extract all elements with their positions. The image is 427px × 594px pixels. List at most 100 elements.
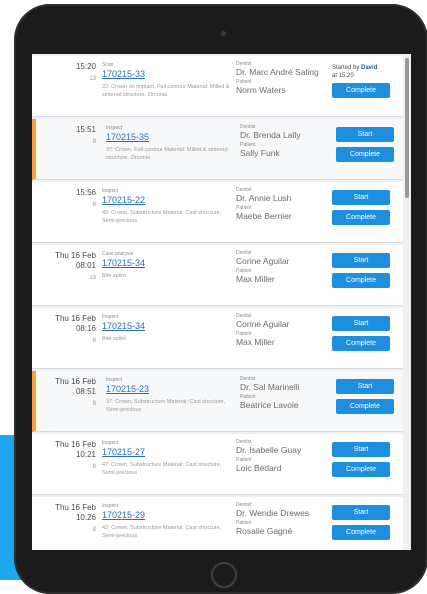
patient-name: Maebe Bernier (236, 211, 292, 221)
case-description: Bite splint (102, 273, 126, 279)
complete-button[interactable]: Complete (332, 83, 390, 98)
case-column: Scan 170215-33 22: Crown on implant, Ful… (102, 61, 232, 99)
case-id-link[interactable]: 170215-34 (102, 258, 232, 269)
list-item: 15:20 13 Scan 170215-33 22: Crown on imp… (32, 56, 403, 117)
start-button[interactable]: Start (332, 190, 390, 205)
case-description: 42: Crown, Substructure Material: Cast s… (102, 525, 222, 539)
tablet-screen: 15:20 13 Scan 170215-33 22: Crown on imp… (32, 54, 411, 550)
patient-name: Loic Bédard (236, 463, 282, 473)
dentist-name: Dr. Sal Marinelli (240, 382, 300, 392)
case-column: Inspect 170215-23 37: Crown, Substructur… (106, 376, 236, 414)
time-label: Thu 16 Feb (55, 440, 96, 449)
people-column: Dentist Corine Aguilar Patient Max Mille… (236, 313, 336, 349)
case-column: Case analysis 170215-34 Bite splint (102, 250, 232, 280)
patient-name: Rosalie Gagné (236, 526, 293, 536)
people-column: Dentist Dr. Brenda Lally Patient Sally F… (240, 124, 340, 160)
list-item: Thu 16 Feb 10:21 8 Inspect 170215-27 47:… (32, 434, 403, 495)
people-column: Dentist Dr. Marc André Saling Patient No… (236, 61, 336, 97)
list-item: 15:56 8 Inspect 170215-22 43: Crown, Sub… (32, 182, 403, 243)
time-sub: 8 (92, 202, 96, 208)
start-button[interactable]: Start (332, 253, 390, 268)
case-type: Inspect (102, 503, 119, 509)
time-column: Thu 16 Feb 08:01 13 (32, 251, 96, 283)
case-column: Inspect 170215-22 43: Crown, Substructur… (102, 187, 232, 225)
case-id-link[interactable]: 170215-23 (106, 384, 236, 395)
time-column: Thu 16 Feb 10:26 8 (32, 503, 96, 535)
time-sub: 13 (89, 76, 96, 82)
people-column: Dentist Dr. Sal Marinelli Patient Beatri… (240, 376, 340, 412)
time-label: Thu 16 Feb (55, 314, 96, 323)
time-sub: 8 (92, 139, 96, 145)
time-column: 15:51 8 (36, 125, 96, 147)
list-item: Thu 16 Feb 08:51 8 Inspect 170215-23 37:… (32, 371, 403, 432)
actions-column: Start Complete (336, 127, 398, 167)
patient-name: Sally Funk (240, 148, 280, 158)
schedule-list: 15:20 13 Scan 170215-33 22: Crown on imp… (32, 56, 403, 550)
case-type: Inspect (106, 377, 123, 383)
people-column: Dentist Dr. Isabelle Guay Patient Loic B… (236, 439, 336, 475)
case-id-link[interactable]: 170215-27 (102, 447, 232, 458)
people-column: Dentist Dr. Wendie Drewes Patient Rosali… (236, 502, 336, 538)
case-column: Inspect 170215-34 Bite splint (102, 313, 232, 343)
case-id-link[interactable]: 170215-35 (106, 132, 236, 143)
start-button[interactable]: Start (332, 316, 390, 331)
start-button[interactable]: Start (336, 379, 394, 394)
time-sub: 8 (92, 464, 96, 470)
case-id-link[interactable]: 170215-33 (102, 69, 232, 80)
complete-button[interactable]: Complete (332, 525, 390, 540)
people-column: Dentist Dr. Annie Lush Patient Maebe Ber… (236, 187, 336, 223)
case-column: Inspect 170215-35 37: Crown, Full contou… (106, 124, 236, 162)
time-column: Thu 16 Feb 08:16 8 (32, 314, 96, 346)
time-label: 15:20 (75, 62, 96, 71)
started-by-name: David (361, 65, 378, 71)
time-label-2: 08:16 (75, 324, 96, 333)
scrollbar[interactable] (405, 58, 409, 198)
time-label: Thu 16 Feb (55, 503, 96, 512)
case-description: 22: Crown on implant, Full contour Mater… (102, 84, 230, 98)
dentist-name: Corine Aguilar (236, 319, 290, 329)
case-description: 43: Crown, Substructure Material: Cast s… (102, 210, 222, 224)
time-column: Thu 16 Feb 10:21 8 (32, 440, 96, 472)
case-id-link[interactable]: 170215-29 (102, 510, 232, 521)
case-column: Inspect 170215-29 42: Crown, Substructur… (102, 502, 232, 540)
case-column: Inspect 170215-27 47: Crown, Substructur… (102, 439, 232, 477)
start-button[interactable]: Start (332, 505, 390, 520)
time-label-2: 10:21 (75, 450, 96, 459)
case-type: Inspect (106, 125, 123, 131)
time-column: 15:20 13 (32, 62, 96, 84)
started-by-text: Started by David at 15:20 (332, 65, 378, 79)
start-button[interactable]: Start (332, 442, 390, 457)
case-id-link[interactable]: 170215-22 (102, 195, 232, 206)
time-label-2: 08:01 (75, 261, 96, 270)
patient-name: Max Miller (236, 274, 275, 284)
list-item: Thu 16 Feb 10:26 8 Inspect 170215-29 42:… (32, 497, 403, 550)
complete-button[interactable]: Complete (332, 462, 390, 477)
case-type: Inspect (102, 314, 119, 320)
actions-column: Start Complete (332, 505, 394, 545)
complete-button[interactable]: Complete (336, 147, 394, 162)
time-label-2: 10:26 (75, 513, 96, 522)
case-type: Inspect (102, 440, 119, 446)
start-button[interactable]: Start (336, 127, 394, 142)
actions-column: Start Complete (332, 190, 394, 230)
complete-button[interactable]: Complete (332, 336, 390, 351)
case-description: 47: Crown, Substructure Material: Cast s… (102, 462, 222, 476)
time-sub: 8 (92, 401, 96, 407)
case-description: Bite splint (102, 336, 126, 342)
time-sub: 8 (92, 527, 96, 533)
case-description: 37: Crown, Substructure Material: Cast s… (106, 399, 226, 413)
case-id-link[interactable]: 170215-34 (102, 321, 232, 332)
complete-button[interactable]: Complete (332, 210, 390, 225)
time-label: 15:51 (75, 125, 96, 134)
time-sub: 13 (89, 275, 96, 281)
dentist-name: Dr. Annie Lush (236, 193, 292, 203)
time-column: 15:56 8 (32, 188, 96, 210)
home-button[interactable] (211, 562, 237, 588)
complete-button[interactable]: Complete (336, 399, 394, 414)
complete-button[interactable]: Complete (332, 273, 390, 288)
actions-column: Start Complete (332, 316, 394, 356)
time-label-2: 08:51 (75, 387, 96, 396)
dentist-name: Corine Aguilar (236, 256, 290, 266)
dentist-name: Dr. Wendie Drewes (236, 508, 310, 518)
dentist-name: Dr. Isabelle Guay (236, 445, 302, 455)
